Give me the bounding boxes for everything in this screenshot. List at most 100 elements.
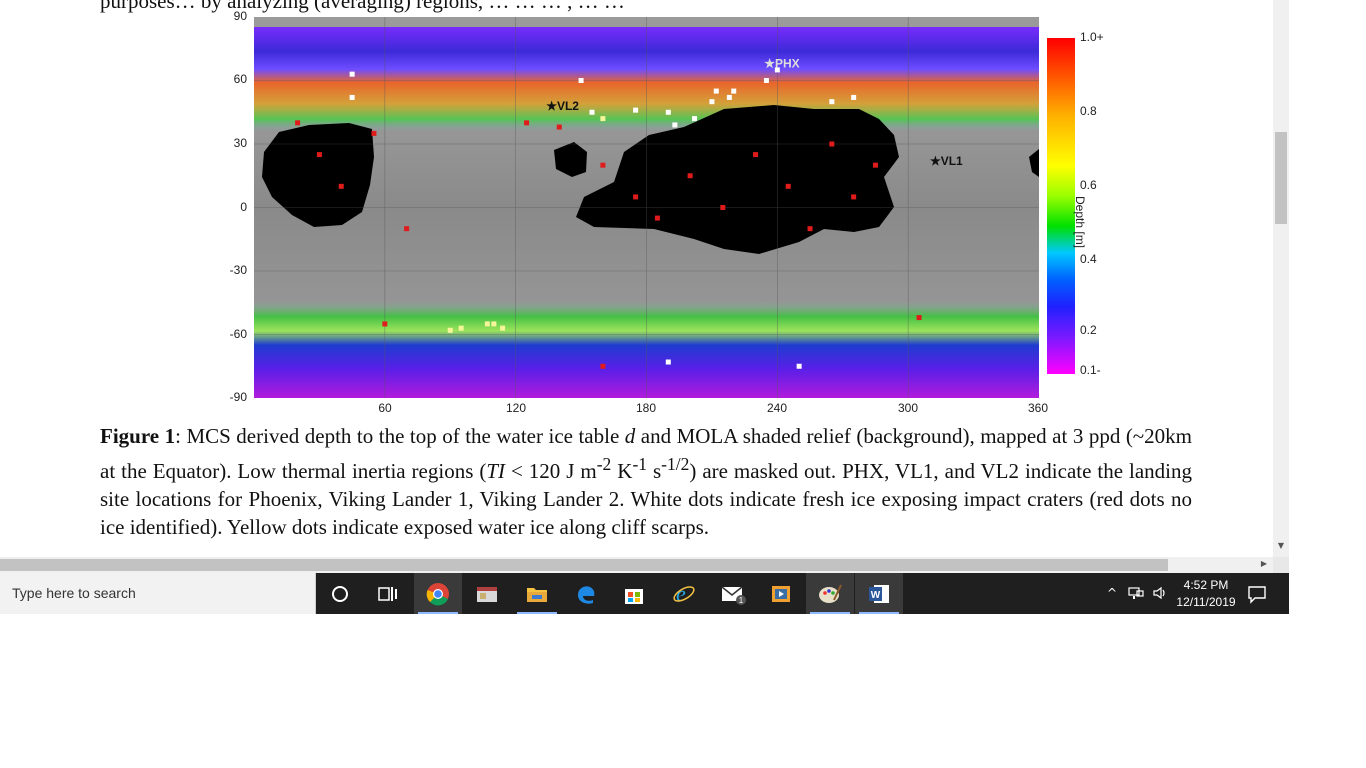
white-crater-dot	[796, 363, 802, 369]
vertical-scrollbar[interactable]	[1273, 0, 1289, 557]
caption-var-ti: TI	[486, 459, 506, 483]
colorbar-label: Depth [m]	[1073, 196, 1087, 249]
white-crater-dot	[633, 107, 639, 113]
red-crater-dot	[785, 183, 791, 189]
red-crater-dot	[654, 215, 660, 221]
taskbar-search-box[interactable]: Type here to search	[0, 573, 316, 614]
x-tick: 300	[897, 401, 919, 415]
paint-taskbar-button[interactable]	[806, 573, 854, 614]
caption-label: Figure 1	[100, 424, 176, 448]
store-taskbar-button[interactable]	[610, 573, 658, 614]
caption-sup: -1	[632, 454, 648, 474]
ie-icon: e	[673, 582, 695, 606]
yellow-scarp-dot	[484, 321, 490, 327]
ie-taskbar-button[interactable]: e	[660, 573, 708, 614]
white-crater-dot	[726, 94, 732, 100]
vertical-scroll-thumb[interactable]	[1275, 132, 1287, 224]
word-taskbar-button[interactable]: W	[855, 573, 903, 614]
red-crater-dot	[829, 141, 835, 147]
clock[interactable]: 4:52 PM 12/11/2019	[1175, 577, 1237, 611]
caption-var-d: d	[624, 424, 636, 448]
running-indicator	[859, 612, 899, 614]
y-tick: 0	[240, 200, 247, 214]
depth-colorbar	[1047, 38, 1075, 374]
red-crater-dot	[753, 152, 759, 158]
mail-taskbar-button[interactable]: 1	[710, 573, 758, 614]
white-crater-dot	[731, 88, 737, 94]
edge-icon	[578, 585, 595, 604]
task-view-button[interactable]	[364, 573, 412, 614]
yellow-scarp-dot	[500, 325, 506, 331]
red-crater-dot	[687, 173, 693, 179]
white-crater-dot	[709, 99, 715, 105]
mail-icon: 1	[721, 585, 746, 605]
y-tick: 30	[233, 136, 247, 150]
edge-taskbar-button[interactable]	[562, 573, 610, 614]
white-crater-dot	[665, 359, 671, 365]
search-placeholder: Type here to search	[12, 585, 136, 601]
yellow-scarp-dot	[447, 327, 453, 333]
caption-text: < 120 J m	[505, 459, 597, 483]
svg-text:W: W	[871, 590, 881, 601]
horizontal-scroll-thumb[interactable]	[0, 559, 1168, 571]
red-crater-dot	[295, 120, 301, 126]
task-view-icon	[378, 586, 397, 601]
red-crater-dot	[600, 162, 606, 168]
cortana-button[interactable]	[316, 573, 364, 614]
system-tray: ^	[1104, 585, 1168, 601]
landing-site-label: ★VL1	[930, 154, 963, 168]
colorbar-tick: 1.0+	[1080, 30, 1104, 44]
white-crater-dot	[691, 116, 697, 122]
y-tick: 90	[233, 9, 247, 23]
white-crater-dot	[851, 94, 857, 100]
caption-text: K	[611, 459, 633, 483]
chrome-taskbar-button[interactable]	[414, 573, 462, 614]
scroll-right-arrow-icon[interactable]: ▶	[1258, 559, 1270, 571]
video-taskbar-button[interactable]	[757, 573, 805, 614]
x-tick: 60	[378, 401, 392, 415]
colorbar-tick: 0.2	[1080, 323, 1097, 337]
white-crater-dot	[665, 109, 671, 115]
red-crater-dot	[633, 194, 639, 200]
document-view: purposes… by analyzing (averaging) regio…	[0, 0, 1273, 557]
white-crater-dot	[763, 78, 769, 83]
volume-icon[interactable]	[1152, 585, 1168, 601]
app-taskbar-button[interactable]	[463, 573, 511, 614]
white-crater-dot	[672, 122, 678, 128]
red-crater-dot	[872, 162, 878, 168]
white-crater-dot	[713, 88, 719, 94]
y-tick: -60	[229, 327, 247, 341]
caption-sup: -2	[596, 454, 612, 474]
red-crater-dot	[720, 205, 726, 210]
figure-1: 90 60 30 0 -30 -60 -90 ★PHX ★VL2 ★VL1 60…	[225, 0, 1125, 420]
x-tick: 360	[1027, 401, 1049, 415]
caption-text: s	[647, 459, 662, 483]
x-tick: 180	[635, 401, 657, 415]
x-tick: 120	[505, 401, 527, 415]
store-icon	[625, 588, 643, 604]
chevron-up-icon[interactable]: ^	[1104, 585, 1120, 601]
svg-text:e: e	[676, 582, 686, 606]
white-crater-dot	[578, 78, 584, 83]
colorbar-tick: 0.4	[1080, 252, 1097, 266]
landing-site-label: ★VL2	[546, 99, 579, 113]
file-explorer-icon	[527, 587, 547, 602]
red-crater-dot	[382, 321, 388, 327]
yellow-scarp-dot	[600, 116, 606, 122]
red-crater-dot	[916, 315, 922, 321]
video-icon	[772, 585, 790, 602]
notification-icon[interactable]	[1246, 583, 1268, 605]
chrome-icon	[426, 582, 449, 605]
clock-date: 12/11/2019	[1176, 595, 1236, 609]
mail-badge: 1	[739, 596, 744, 605]
word-icon: W	[869, 584, 889, 603]
landing-site-label: ★PHX	[764, 57, 799, 71]
scroll-down-arrow-icon[interactable]: ▼	[1276, 541, 1286, 553]
file-explorer-taskbar-button[interactable]	[513, 573, 561, 614]
white-crater-dot	[349, 71, 355, 77]
network-icon[interactable]	[1128, 585, 1144, 601]
caption-text: : MCS derived depth to the top of the wa…	[175, 424, 625, 448]
colorbar-tick: 0.1-	[1080, 363, 1101, 377]
red-crater-dot	[316, 152, 322, 158]
white-crater-dot	[829, 99, 835, 105]
